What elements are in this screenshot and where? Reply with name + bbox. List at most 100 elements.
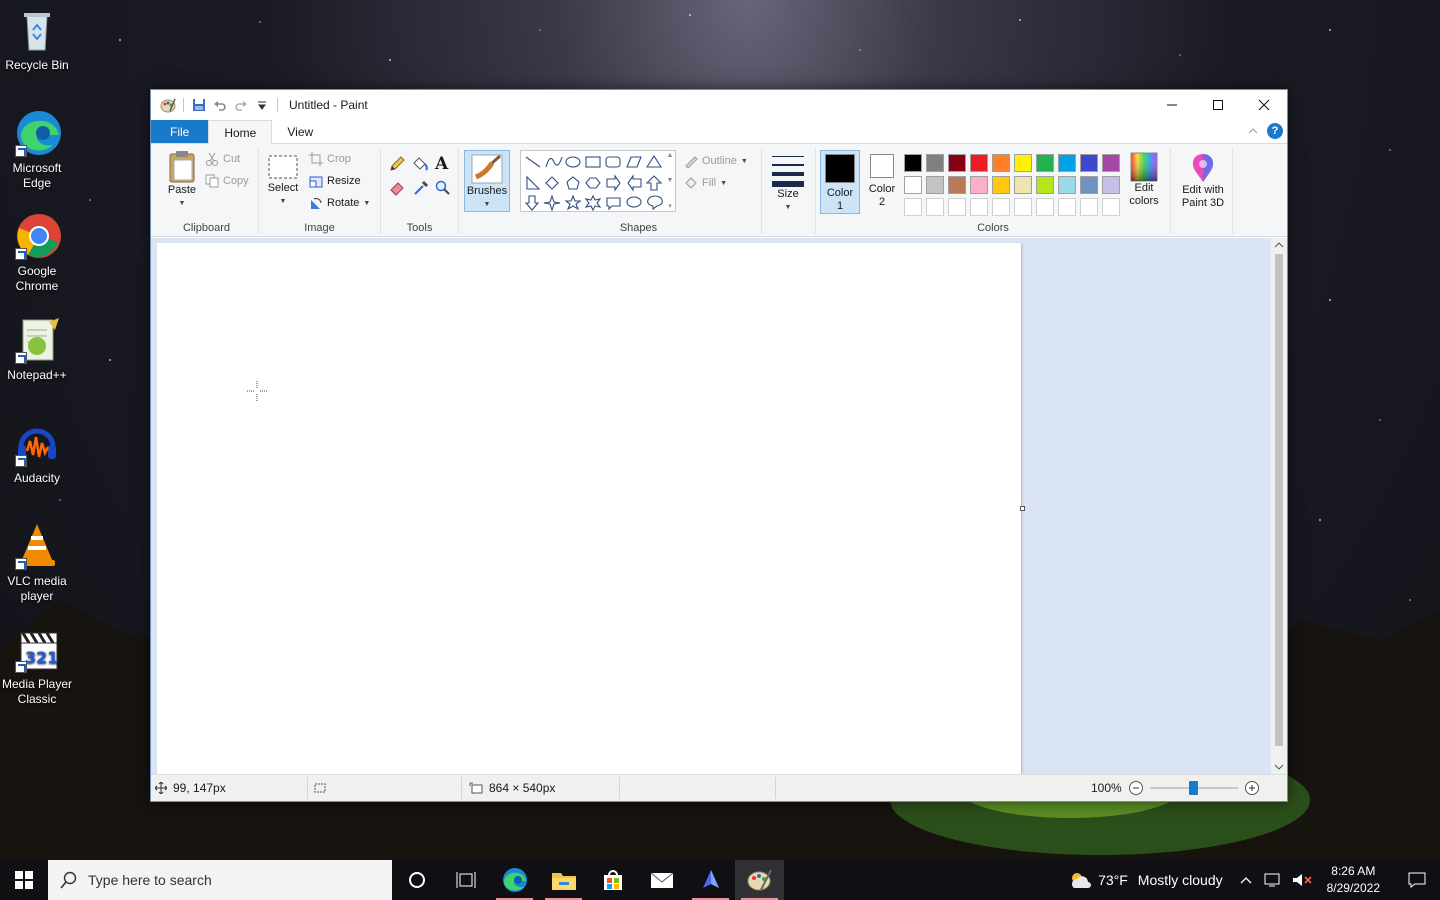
desktop-icon-recycle-bin[interactable]: Recycle Bin bbox=[0, 6, 74, 73]
canvas-resize-handle-right[interactable] bbox=[1020, 506, 1025, 511]
taskbar-store[interactable] bbox=[588, 860, 637, 900]
desktop-icon-chrome[interactable]: Google Chrome bbox=[0, 212, 74, 294]
eraser-icon[interactable] bbox=[389, 180, 405, 196]
copy-button[interactable]: Copy bbox=[205, 174, 249, 188]
cortana-button[interactable] bbox=[392, 860, 441, 900]
paste-button[interactable]: Paste ▼ bbox=[161, 150, 203, 210]
title-bar[interactable]: Untitled - Paint bbox=[151, 90, 1287, 120]
resize-button[interactable]: Resize bbox=[309, 174, 361, 188]
taskbar-file-explorer[interactable] bbox=[539, 860, 588, 900]
maximize-button[interactable] bbox=[1195, 90, 1241, 120]
crop-button[interactable]: Crop bbox=[309, 152, 351, 166]
palette-custom-slot[interactable] bbox=[992, 198, 1010, 216]
tab-home[interactable]: Home bbox=[208, 120, 273, 144]
palette-custom-slot[interactable] bbox=[904, 198, 922, 216]
zoom-out-icon[interactable] bbox=[1128, 780, 1144, 796]
zoom-slider-thumb[interactable] bbox=[1189, 781, 1199, 795]
palette-swatch[interactable] bbox=[1014, 176, 1032, 194]
palette-swatch[interactable] bbox=[926, 176, 944, 194]
palette-swatch[interactable] bbox=[904, 154, 922, 172]
palette-swatch[interactable] bbox=[970, 176, 988, 194]
desktop-icon-audacity[interactable]: Audacity bbox=[0, 419, 74, 486]
tab-file[interactable]: File bbox=[151, 120, 209, 143]
show-hidden-icons-icon[interactable] bbox=[1239, 874, 1253, 886]
palette-swatch[interactable] bbox=[904, 176, 922, 194]
save-icon[interactable] bbox=[190, 96, 208, 114]
close-button[interactable] bbox=[1241, 90, 1287, 120]
drawing-canvas[interactable] bbox=[157, 243, 1021, 774]
customize-qat-icon[interactable] bbox=[253, 96, 271, 114]
palette-custom-slot[interactable] bbox=[1102, 198, 1120, 216]
scroll-down-icon[interactable] bbox=[1274, 763, 1284, 771]
minimize-button[interactable] bbox=[1149, 90, 1195, 120]
vertical-scroll-thumb[interactable] bbox=[1275, 254, 1283, 746]
color1-button[interactable]: Color 1 bbox=[820, 150, 860, 214]
select-button[interactable]: Select ▼ bbox=[263, 154, 303, 208]
palette-custom-slot[interactable] bbox=[1036, 198, 1054, 216]
palette-custom-slot[interactable] bbox=[1058, 198, 1076, 216]
zoom-slider[interactable] bbox=[1149, 780, 1238, 796]
desktop-icon-notepadpp[interactable]: Notepad++ bbox=[0, 316, 74, 383]
palette-swatch[interactable] bbox=[948, 154, 966, 172]
collapse-ribbon-icon[interactable] bbox=[1247, 126, 1259, 136]
palette-custom-slot[interactable] bbox=[948, 198, 966, 216]
fill-button[interactable]: Fill ▼ bbox=[684, 176, 727, 190]
palette-swatch[interactable] bbox=[970, 154, 988, 172]
palette-custom-slot[interactable] bbox=[926, 198, 944, 216]
palette-swatch[interactable] bbox=[1058, 176, 1076, 194]
undo-icon[interactable] bbox=[211, 96, 229, 114]
weather-widget[interactable]: 73°F Mostly cloudy bbox=[1058, 870, 1233, 890]
brushes-button[interactable]: Brushes ▼ bbox=[464, 150, 510, 212]
cut-button[interactable]: Cut bbox=[205, 152, 240, 166]
size-button[interactable]: Size ▼ bbox=[768, 152, 808, 214]
text-tool-icon[interactable]: A bbox=[435, 154, 448, 174]
network-icon[interactable] bbox=[1263, 872, 1283, 888]
color-picker-icon[interactable] bbox=[413, 180, 429, 196]
palette-swatch[interactable] bbox=[926, 154, 944, 172]
pencil-icon[interactable] bbox=[389, 156, 405, 172]
desktop-icon-mpc[interactable]: 321 Media Player Classic bbox=[0, 625, 74, 707]
palette-swatch[interactable] bbox=[1080, 154, 1098, 172]
shapes-gallery[interactable] bbox=[520, 150, 676, 212]
palette-swatch[interactable] bbox=[1080, 176, 1098, 194]
shapes-scroll[interactable]: ▲ ▼ ▾ bbox=[665, 152, 675, 210]
tab-view[interactable]: View bbox=[272, 120, 328, 143]
palette-swatch[interactable] bbox=[1102, 176, 1120, 194]
taskbar-app-blue[interactable] bbox=[686, 860, 735, 900]
help-icon[interactable]: ? bbox=[1267, 123, 1283, 139]
palette-swatch[interactable] bbox=[1014, 154, 1032, 172]
scroll-up-icon[interactable] bbox=[1274, 241, 1284, 249]
rotate-button[interactable]: Rotate ▼ bbox=[309, 196, 370, 210]
palette-swatch[interactable] bbox=[1036, 176, 1054, 194]
desktop-icon-edge[interactable]: Microsoft Edge bbox=[0, 109, 74, 191]
vertical-scrollbar[interactable] bbox=[1271, 238, 1287, 775]
fill-bucket-icon[interactable] bbox=[411, 156, 429, 172]
paint-app-icon[interactable] bbox=[159, 96, 177, 114]
palette-swatch[interactable] bbox=[992, 154, 1010, 172]
palette-custom-slot[interactable] bbox=[970, 198, 988, 216]
color2-button[interactable]: Color 2 bbox=[864, 154, 900, 209]
magnifier-icon[interactable] bbox=[435, 180, 451, 196]
palette-swatch[interactable] bbox=[1102, 154, 1120, 172]
taskbar-paint[interactable] bbox=[735, 860, 784, 900]
edit-colors-button[interactable]: Edit colors bbox=[1122, 152, 1166, 208]
palette-swatch[interactable] bbox=[1058, 154, 1076, 172]
notifications-button[interactable] bbox=[1394, 860, 1440, 900]
palette-swatch[interactable] bbox=[1036, 154, 1054, 172]
task-view-button[interactable] bbox=[441, 860, 490, 900]
edit-with-paint3d-button[interactable]: Edit with Paint 3D bbox=[1175, 152, 1231, 210]
palette-swatch[interactable] bbox=[948, 176, 966, 194]
volume-muted-icon[interactable] bbox=[1291, 872, 1313, 888]
clock[interactable]: 8:26 AM 8/29/2022 bbox=[1327, 863, 1380, 897]
palette-custom-slot[interactable] bbox=[1080, 198, 1098, 216]
redo-icon[interactable] bbox=[232, 96, 250, 114]
start-button[interactable] bbox=[0, 860, 48, 900]
taskbar-mail[interactable] bbox=[637, 860, 686, 900]
taskbar-edge[interactable] bbox=[490, 860, 539, 900]
outline-button[interactable]: Outline ▼ bbox=[684, 154, 748, 168]
palette-custom-slot[interactable] bbox=[1014, 198, 1032, 216]
desktop-icon-vlc[interactable]: VLC media player bbox=[0, 522, 74, 604]
palette-swatch[interactable] bbox=[992, 176, 1010, 194]
zoom-in-icon[interactable] bbox=[1244, 780, 1260, 796]
taskbar-search-box[interactable]: Type here to search bbox=[48, 860, 392, 900]
